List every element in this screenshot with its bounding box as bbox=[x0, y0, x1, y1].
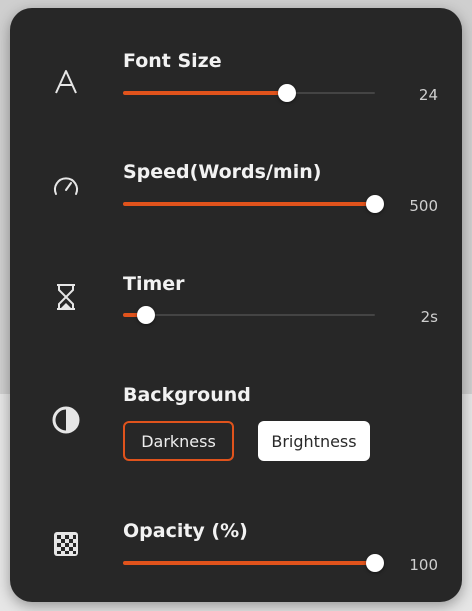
font-size-label: Font Size bbox=[123, 50, 222, 72]
slider-thumb[interactable] bbox=[277, 84, 296, 102]
speedometer-icon bbox=[48, 168, 84, 204]
font-size-icon bbox=[48, 64, 84, 100]
speed-slider[interactable] bbox=[123, 195, 384, 213]
slider-fill bbox=[123, 91, 287, 95]
slider-track bbox=[123, 314, 375, 316]
hourglass-icon bbox=[48, 279, 84, 315]
reader-settings-panel: Font Size 24 Speed(Words/min) 500 Timer … bbox=[10, 8, 462, 602]
darkness-button[interactable]: Darkness bbox=[123, 421, 234, 461]
opacity-label: Opacity (%) bbox=[123, 520, 248, 542]
font-size-value: 24 bbox=[418, 86, 438, 104]
brightness-button[interactable]: Brightness bbox=[258, 421, 370, 461]
slider-fill bbox=[123, 202, 375, 206]
background-label: Background bbox=[123, 384, 251, 406]
speed-label: Speed(Words/min) bbox=[123, 161, 322, 183]
timer-value: 2s bbox=[420, 308, 438, 326]
slider-thumb[interactable] bbox=[136, 306, 155, 324]
speed-value: 500 bbox=[409, 197, 438, 215]
opacity-value: 100 bbox=[409, 556, 438, 574]
timer-slider[interactable] bbox=[123, 306, 375, 324]
opacity-slider[interactable] bbox=[123, 554, 384, 572]
timer-label: Timer bbox=[123, 273, 185, 295]
slider-fill bbox=[123, 561, 375, 565]
font-size-slider[interactable] bbox=[123, 84, 375, 102]
checkerboard-icon bbox=[48, 526, 84, 562]
contrast-icon bbox=[48, 402, 84, 438]
